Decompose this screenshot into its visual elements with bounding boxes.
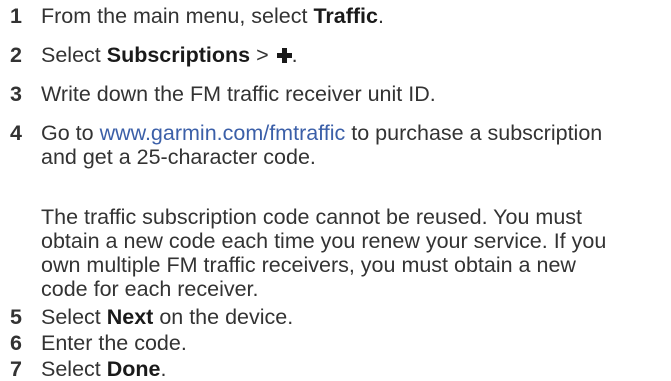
menu-item-subscriptions: Subscriptions bbox=[106, 43, 251, 67]
note-line: obtain a new code each time you renew yo… bbox=[41, 229, 607, 253]
step-text: Go to www.garmin.com/fmtraffic to purcha… bbox=[41, 121, 671, 145]
step-number: 6 bbox=[10, 331, 22, 355]
note-line: code for each receiver. bbox=[41, 277, 259, 301]
button-done: Done bbox=[106, 357, 161, 381]
step-text-pre: Select bbox=[41, 305, 107, 329]
step-text-pre: Select bbox=[41, 43, 107, 67]
step-number: 3 bbox=[10, 82, 22, 106]
plus-icon bbox=[276, 48, 292, 63]
step-text-post: > bbox=[250, 43, 275, 67]
garmin-fmtraffic-link[interactable]: www.garmin.com/fmtraffic bbox=[100, 121, 346, 145]
note-paragraph: The traffic subscription code cannot be … bbox=[41, 205, 606, 301]
step-text: Enter the code. bbox=[41, 331, 187, 355]
step-text: Select Next on the device. bbox=[41, 305, 671, 329]
step-text-post: to purchase a subscription bbox=[345, 121, 603, 145]
step-text-post: on the device. bbox=[153, 305, 294, 329]
button-next: Next bbox=[106, 305, 154, 329]
step-text-line2: and get a 25-character code. bbox=[41, 145, 316, 169]
step-text: Select Subscriptions > . bbox=[41, 43, 671, 67]
step-number: 4 bbox=[10, 121, 22, 145]
step-text-post2: . bbox=[291, 43, 298, 67]
menu-item-traffic: Traffic bbox=[313, 4, 378, 28]
step-text: From the main menu, select Traffic. bbox=[41, 4, 671, 28]
note-line: own multiple FM traffic receivers, you m… bbox=[41, 253, 576, 277]
note-line: The traffic subscription code cannot be … bbox=[41, 205, 583, 229]
step-number: 2 bbox=[10, 43, 22, 67]
step-number: 7 bbox=[10, 357, 22, 381]
step-text-pre: Go to bbox=[41, 121, 100, 145]
step-number: 5 bbox=[10, 305, 22, 329]
step-text-pre: From the main menu, select bbox=[41, 4, 314, 28]
step-text-post: . bbox=[377, 4, 384, 28]
step-text-post: . bbox=[160, 357, 167, 381]
step-text: Write down the FM traffic receiver unit … bbox=[41, 82, 436, 106]
step-text-pre: Select bbox=[41, 357, 107, 381]
step-text: Select Done. bbox=[41, 357, 671, 381]
step-number: 1 bbox=[10, 4, 22, 28]
